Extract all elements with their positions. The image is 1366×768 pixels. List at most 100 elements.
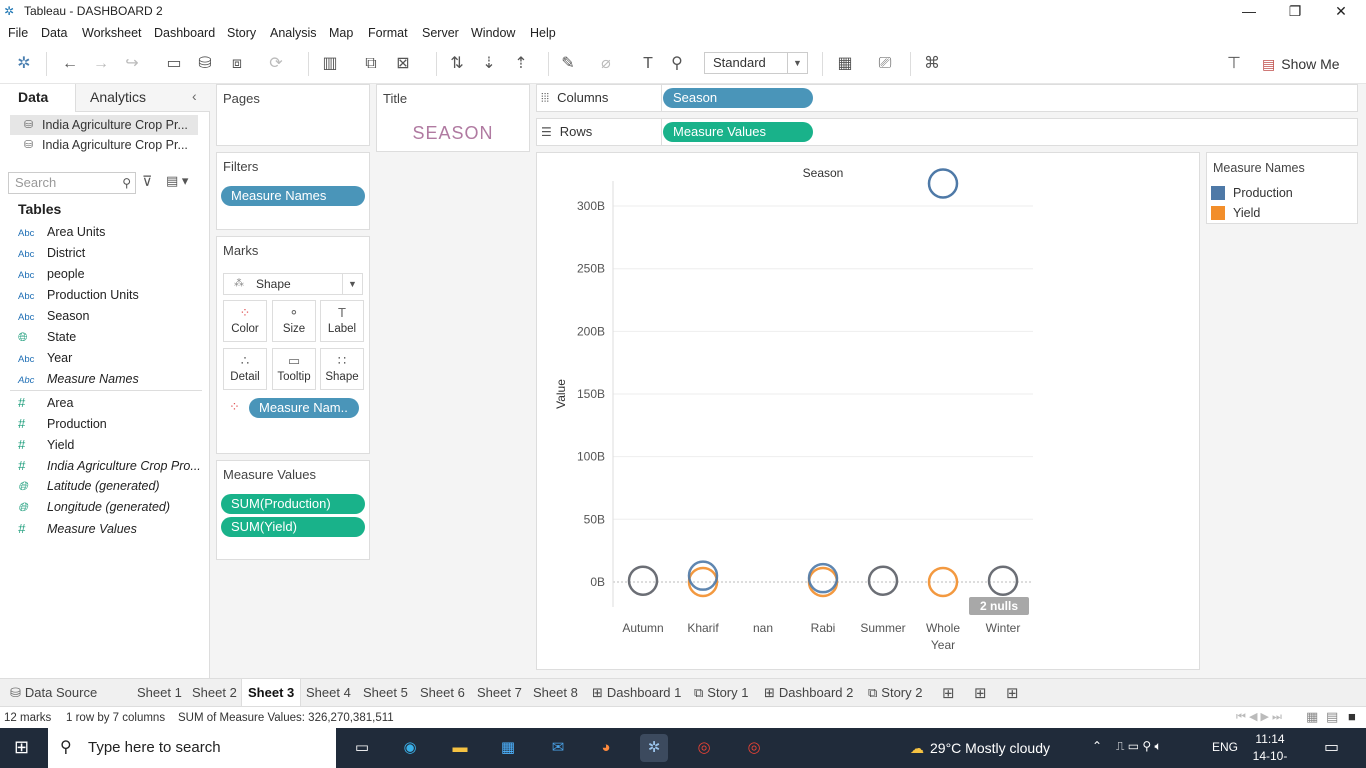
color-legend[interactable]: Measure Names Production Yield: [1206, 152, 1358, 224]
windows-start-icon[interactable]: ⊞: [14, 737, 29, 758]
redo-icon[interactable]: →: [89, 52, 113, 76]
sort-descending-icon[interactable]: ⇡: [509, 52, 533, 76]
replay-icon[interactable]: ↪: [120, 52, 144, 76]
title-card[interactable]: Title SEASON: [376, 84, 530, 152]
measure-pill-production[interactable]: SUM(Production): [221, 494, 365, 514]
tooltip-button[interactable]: ▭ Tooltip: [272, 348, 316, 390]
taskbar-search-input[interactable]: ⚲ Type here to search: [48, 728, 336, 768]
tab-dashboard-2[interactable]: ⊞ Dashboard 2: [758, 679, 859, 706]
tab-sheet-4[interactable]: Sheet 4: [300, 679, 357, 706]
firefox-icon[interactable]: ◕: [592, 734, 620, 762]
duplicate-sheet-icon[interactable]: ⧉: [359, 52, 383, 76]
menu-window[interactable]: Window: [471, 26, 515, 40]
menu-data[interactable]: Data: [41, 26, 67, 40]
file-explorer-icon[interactable]: ▬: [446, 734, 474, 762]
filter-fields-icon[interactable]: ⊽: [142, 173, 152, 190]
tab-sheet-7[interactable]: Sheet 7: [471, 679, 528, 706]
tab-sheet-8[interactable]: Sheet 8: [527, 679, 584, 706]
size-button[interactable]: ⚬ Size: [272, 300, 316, 342]
clear-sheet-icon[interactable]: ⊠: [391, 52, 415, 76]
season-chart[interactable]: Season Value 0B 50B 100B 150B 200B 250B 300B Autu…: [537, 153, 1199, 669]
tab-sheet-5[interactable]: Sheet 5: [357, 679, 414, 706]
chrome-profile-icon[interactable]: ◎: [740, 734, 768, 762]
color-button[interactable]: ⁘ Color: [223, 300, 267, 342]
save-icon[interactable]: ▭: [162, 52, 186, 76]
maximize-button[interactable]: ❐: [1272, 0, 1318, 22]
mail-icon[interactable]: ✉: [544, 734, 572, 762]
tab-data-source[interactable]: ⛁ Data Source: [4, 679, 103, 706]
field-area-units[interactable]: Abc Area Units: [18, 222, 105, 243]
menu-format[interactable]: Format: [368, 26, 408, 40]
field-record-count[interactable]: # India Agriculture Crop Pro...: [18, 455, 201, 476]
field-state[interactable]: 🌐︎ State: [18, 327, 76, 348]
format-painter-icon[interactable]: ⊤: [1222, 52, 1246, 76]
field-yield[interactable]: # Yield: [18, 434, 74, 455]
tab-story-2[interactable]: ⧉ Story 2: [862, 679, 928, 706]
field-latitude[interactable]: 🌐︎ Latitude (generated): [18, 476, 160, 497]
show-me-button[interactable]: ▤ Show Me: [1262, 52, 1340, 76]
field-measure-values[interactable]: # Measure Values: [18, 518, 137, 539]
menu-analysis[interactable]: Analysis: [270, 26, 317, 40]
columns-pill-season[interactable]: Season: [663, 88, 813, 108]
shape-button[interactable]: ∷ Shape: [320, 348, 364, 390]
pause-updates-icon[interactable]: ⧈: [225, 52, 249, 76]
field-production[interactable]: # Production: [18, 413, 107, 434]
refresh-icon[interactable]: ⟳: [264, 52, 288, 76]
undo-icon[interactable]: ←: [58, 52, 82, 76]
task-view-icon[interactable]: ▭: [348, 734, 376, 762]
fix-axes-icon[interactable]: ⚲: [665, 52, 689, 76]
sheet-sorter-view-icon[interactable]: ▦: [1306, 709, 1318, 725]
new-story-tab-icon[interactable]: ⊞: [1006, 684, 1019, 702]
edge-browser-icon[interactable]: ◉: [396, 734, 424, 762]
menu-worksheet[interactable]: Worksheet: [82, 26, 142, 40]
presentation-mode-icon[interactable]: ⎚: [873, 52, 897, 76]
swap-rows-columns-icon[interactable]: ⇅: [445, 52, 469, 76]
minimize-button[interactable]: —: [1226, 0, 1272, 22]
group-members-icon[interactable]: ⌀: [594, 52, 618, 76]
menu-help[interactable]: Help: [530, 26, 556, 40]
field-longitude[interactable]: 🌐︎ Longitude (generated): [18, 497, 170, 518]
notifications-icon[interactable]: ▭: [1324, 737, 1339, 757]
tray-icons[interactable]: ⎍ ▭ ⚲ 🔈︎: [1116, 739, 1162, 754]
menu-map[interactable]: Map: [329, 26, 353, 40]
share-icon[interactable]: ⌘: [920, 52, 944, 76]
microsoft-store-icon[interactable]: ▦: [494, 734, 522, 762]
filmstrip-view-icon[interactable]: ▤: [1326, 709, 1338, 725]
filters-card[interactable]: Filters Measure Names: [216, 152, 370, 230]
tab-dashboard-1[interactable]: ⊞ Dashboard 1: [586, 679, 687, 706]
field-district[interactable]: Abc District: [18, 243, 85, 264]
field-search-input[interactable]: Search ⚲: [8, 172, 136, 194]
field-area[interactable]: # Area: [18, 392, 73, 413]
tab-data[interactable]: Data: [0, 84, 76, 112]
show-hidden-icons-chevron-icon[interactable]: ⌃: [1092, 739, 1102, 753]
datasource-item-secondary[interactable]: ⛁ India Agriculture Crop Pr...: [10, 135, 198, 155]
rows-pill-measure-values[interactable]: Measure Values: [663, 122, 813, 142]
tab-sheet-3[interactable]: Sheet 3: [241, 679, 302, 706]
highlight-icon[interactable]: ✎: [556, 52, 580, 76]
legend-item-production[interactable]: Production: [1211, 184, 1293, 202]
datasource-item-primary[interactable]: ⛁ India Agriculture Crop Pr...: [10, 115, 198, 135]
columns-shelf[interactable]: ⦙⦙⦙ Columns Season: [536, 84, 1358, 112]
field-measure-names[interactable]: Abc Measure Names: [18, 369, 139, 390]
field-season[interactable]: Abc Season: [18, 306, 89, 327]
chart-view[interactable]: Season Value 0B 50B 100B 150B 200B 250B 300B Autu…: [536, 152, 1200, 670]
rows-shelf[interactable]: ☰ Rows Measure Values: [536, 118, 1358, 146]
pages-card[interactable]: Pages: [216, 84, 370, 146]
tableau-home-icon[interactable]: ✲: [12, 52, 36, 76]
new-worksheet-tab-icon[interactable]: ⊞: [942, 684, 955, 702]
menu-server[interactable]: Server: [422, 26, 459, 40]
menu-story[interactable]: Story: [227, 26, 256, 40]
tabs-view-icon[interactable]: ■: [1348, 709, 1356, 724]
close-button[interactable]: ✕: [1318, 0, 1364, 22]
detail-button[interactable]: ∴ Detail: [223, 348, 267, 390]
sheet-nav-icons[interactable]: ⏮ ◀ ▶ ⏭: [1236, 710, 1282, 724]
field-people[interactable]: Abc people: [18, 264, 85, 285]
show-mark-labels-icon[interactable]: T: [636, 52, 660, 76]
field-year[interactable]: Abc Year: [18, 348, 72, 369]
mark-type-select[interactable]: ⁂ Shape ▼: [223, 273, 363, 295]
tab-sheet-2[interactable]: Sheet 2: [186, 679, 243, 706]
label-button[interactable]: T Label: [320, 300, 364, 342]
tab-analytics[interactable]: Analytics: [76, 84, 210, 111]
filter-pill-measure-names[interactable]: Measure Names: [221, 186, 365, 206]
new-worksheet-icon[interactable]: ▥: [318, 52, 342, 76]
